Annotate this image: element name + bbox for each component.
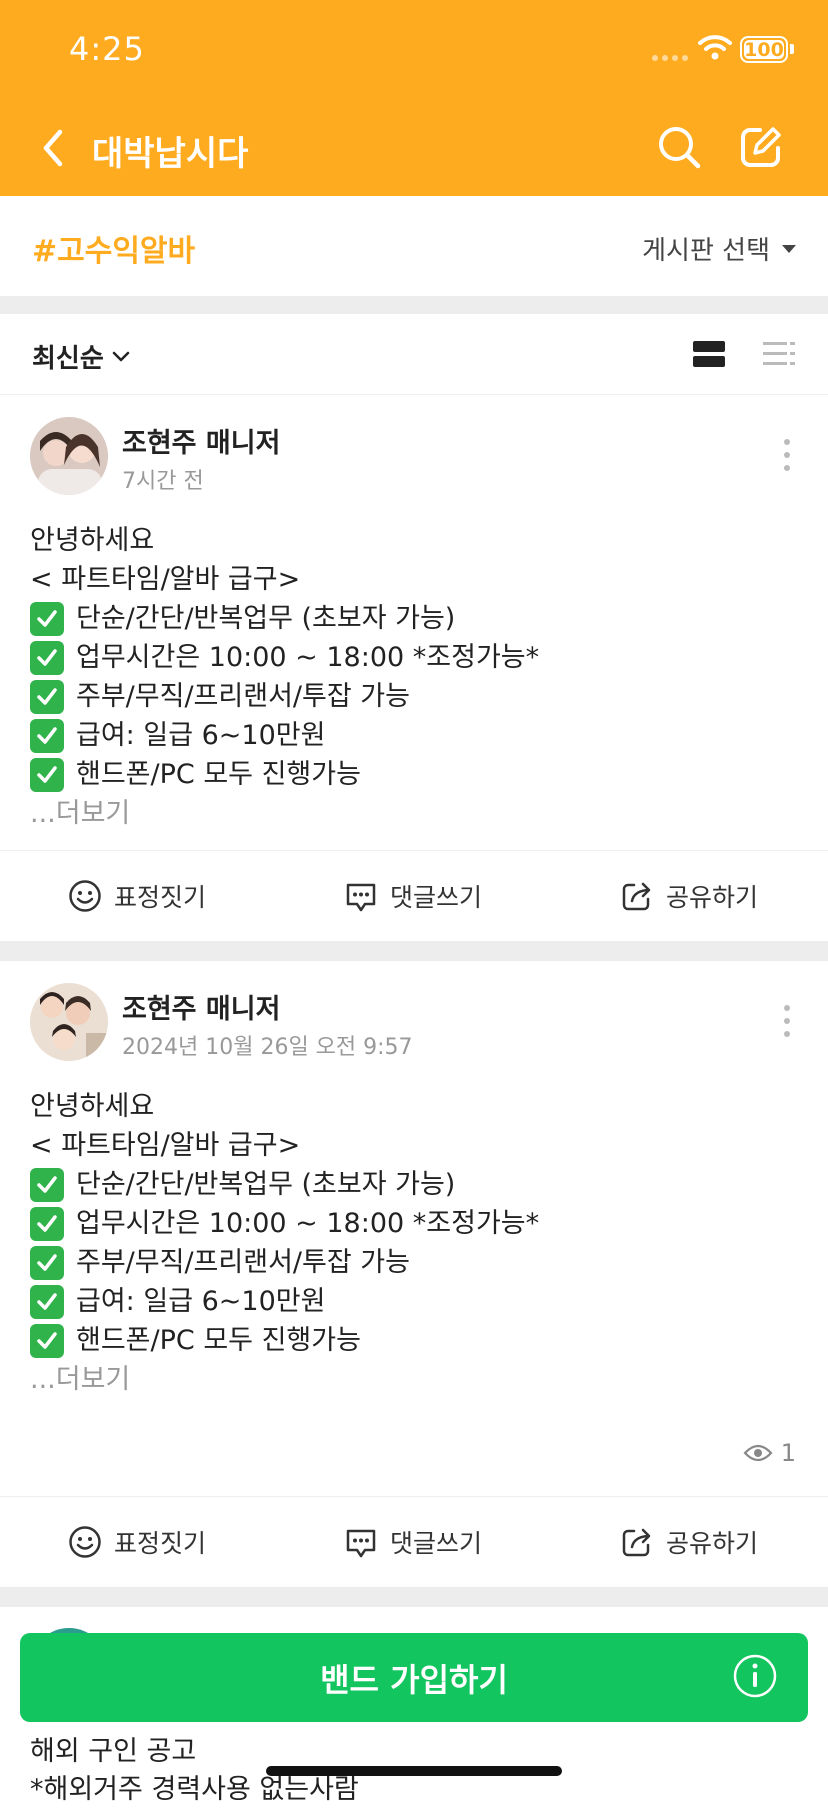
check-mark-icon bbox=[30, 718, 64, 753]
post-time: 2024년 10월 26일 오전 9:57 bbox=[122, 1035, 413, 1060]
post-line: 주부/무직/프리랜서/투잡 가능 bbox=[30, 677, 800, 716]
check-mark-icon bbox=[30, 601, 64, 636]
comment-icon bbox=[346, 883, 376, 912]
post-action-bar: 표정짓기 댓글쓰기 공유하기 bbox=[0, 850, 828, 941]
check-mark-icon bbox=[30, 640, 64, 675]
post-line: 업무시간은 10:00 ~ 18:00 *조정가능* bbox=[30, 1204, 800, 1243]
board-bar: #고수익알바 게시판 선택 bbox=[0, 196, 828, 296]
post-line: 급여: 일급 6~10만원 bbox=[30, 1282, 800, 1321]
see-more-link[interactable]: ...더보기 bbox=[30, 1360, 800, 1399]
comment-label: 댓글쓰기 bbox=[390, 883, 483, 912]
battery-icon: 100 bbox=[740, 36, 788, 63]
post-body[interactable]: 안녕하세요 < 파트타임/알바 급구> 단순/간단/반복업무 (초보자 가능) … bbox=[30, 1087, 800, 1399]
board-select-button[interactable]: 게시판 선택 bbox=[642, 230, 796, 267]
share-label: 공유하기 bbox=[666, 883, 759, 912]
post-line: 단순/간단/반복업무 (초보자 가능) bbox=[30, 1165, 800, 1204]
post-line: 안녕하세요 bbox=[30, 1091, 155, 1122]
post-divider bbox=[0, 1587, 828, 1607]
post-card: 조현주 매니저 7시간 전 안녕하세요 < 파트타임/알바 급구> 단순/간단/… bbox=[0, 395, 828, 941]
share-label: 공유하기 bbox=[666, 1529, 759, 1558]
band-title: 대박납시다 bbox=[92, 134, 249, 174]
share-button[interactable]: 공유하기 bbox=[620, 1524, 758, 1560]
avatar[interactable] bbox=[30, 983, 108, 1061]
board-hashtag: #고수익알바 bbox=[32, 234, 196, 269]
post-line: 업무시간은 10:00 ~ 18:00 *조정가능* bbox=[30, 638, 800, 677]
more-options-icon[interactable] bbox=[784, 1005, 792, 1044]
post-line: < 파트타임/알바 급구> bbox=[30, 1130, 301, 1161]
post-line: 급여: 일급 6~10만원 bbox=[30, 716, 800, 755]
share-icon bbox=[622, 882, 651, 911]
list-view-icon[interactable] bbox=[762, 340, 796, 368]
comment-label: 댓글쓰기 bbox=[390, 1529, 483, 1558]
avatar[interactable] bbox=[30, 417, 108, 495]
post-line: *해외거주 경력사용 없는사람 bbox=[30, 1774, 359, 1805]
more-options-icon[interactable] bbox=[784, 439, 792, 478]
section-divider bbox=[0, 296, 828, 314]
post-line: 핸드폰/PC 모두 진행가능 bbox=[30, 1321, 800, 1360]
post-line: 단순/간단/반복업무 (초보자 가능) bbox=[30, 599, 800, 638]
post-line: < 파트타임/알바 급구> bbox=[30, 564, 301, 595]
check-mark-icon bbox=[30, 1245, 64, 1280]
sort-label: 최신순 bbox=[32, 344, 104, 374]
check-mark-icon bbox=[30, 1167, 64, 1202]
view-count: 1 bbox=[743, 1439, 796, 1467]
check-mark-icon bbox=[30, 757, 64, 792]
join-band-button[interactable]: 밴드 가입하기 bbox=[20, 1633, 808, 1722]
comment-button[interactable]: 댓글쓰기 bbox=[344, 878, 482, 914]
smiley-icon bbox=[69, 1526, 101, 1558]
post-author[interactable]: 조현주 매니저 bbox=[122, 987, 280, 1026]
react-button[interactable]: 표정짓기 bbox=[68, 878, 206, 914]
post-card: 조현주 매니저 2024년 10월 26일 오전 9:57 안녕하세요 < 파트… bbox=[0, 961, 828, 1587]
caret-down-icon bbox=[782, 244, 796, 253]
react-label: 표정짓기 bbox=[114, 1529, 207, 1558]
react-label: 표정짓기 bbox=[114, 883, 207, 912]
share-button[interactable]: 공유하기 bbox=[620, 878, 758, 914]
view-count-value: 1 bbox=[780, 1439, 796, 1467]
post-time: 7시간 전 bbox=[122, 469, 204, 494]
battery-level: 100 bbox=[744, 38, 784, 61]
sort-dropdown[interactable]: 최신순 bbox=[32, 338, 130, 375]
post-action-bar: 표정짓기 댓글쓰기 공유하기 bbox=[0, 1496, 828, 1587]
wifi-icon bbox=[698, 35, 732, 60]
see-more-link[interactable]: ...더보기 bbox=[30, 794, 800, 833]
compose-icon[interactable] bbox=[738, 124, 784, 170]
post-divider bbox=[0, 941, 828, 961]
back-chevron-icon[interactable] bbox=[36, 126, 70, 170]
info-icon[interactable] bbox=[732, 1653, 778, 1699]
join-band-label: 밴드 가입하기 bbox=[320, 1660, 508, 1699]
post-line: 핸드폰/PC 모두 진행가능 bbox=[30, 755, 800, 794]
cellular-signal-icon bbox=[652, 55, 688, 61]
app-header: 4:25 100 대박납시다 bbox=[0, 0, 828, 196]
post-body[interactable]: 안녕하세요 < 파트타임/알바 급구> 단순/간단/반복업무 (초보자 가능) … bbox=[30, 521, 800, 833]
check-mark-icon bbox=[30, 679, 64, 714]
card-view-icon[interactable] bbox=[692, 340, 726, 368]
status-time: 4:25 bbox=[69, 30, 145, 68]
react-button[interactable]: 표정짓기 bbox=[68, 1524, 206, 1560]
smiley-icon bbox=[69, 880, 101, 912]
battery-tip bbox=[790, 44, 794, 54]
post-line: 안녕하세요 bbox=[30, 525, 155, 556]
check-mark-icon bbox=[30, 1206, 64, 1241]
home-indicator bbox=[266, 1766, 562, 1776]
check-mark-icon bbox=[30, 1284, 64, 1319]
post-author[interactable]: 조현주 매니저 bbox=[122, 421, 280, 460]
comment-icon bbox=[346, 1529, 376, 1558]
check-mark-icon bbox=[30, 1323, 64, 1358]
chevron-down-icon bbox=[112, 351, 130, 361]
post-line: 주부/무직/프리랜서/투잡 가능 bbox=[30, 1243, 800, 1282]
comment-button[interactable]: 댓글쓰기 bbox=[344, 1524, 482, 1560]
search-icon[interactable] bbox=[656, 124, 702, 170]
board-select-label: 게시판 선택 bbox=[642, 236, 770, 266]
sort-bar: 최신순 bbox=[0, 314, 828, 395]
eye-icon bbox=[743, 1444, 773, 1462]
share-icon bbox=[622, 1528, 651, 1557]
